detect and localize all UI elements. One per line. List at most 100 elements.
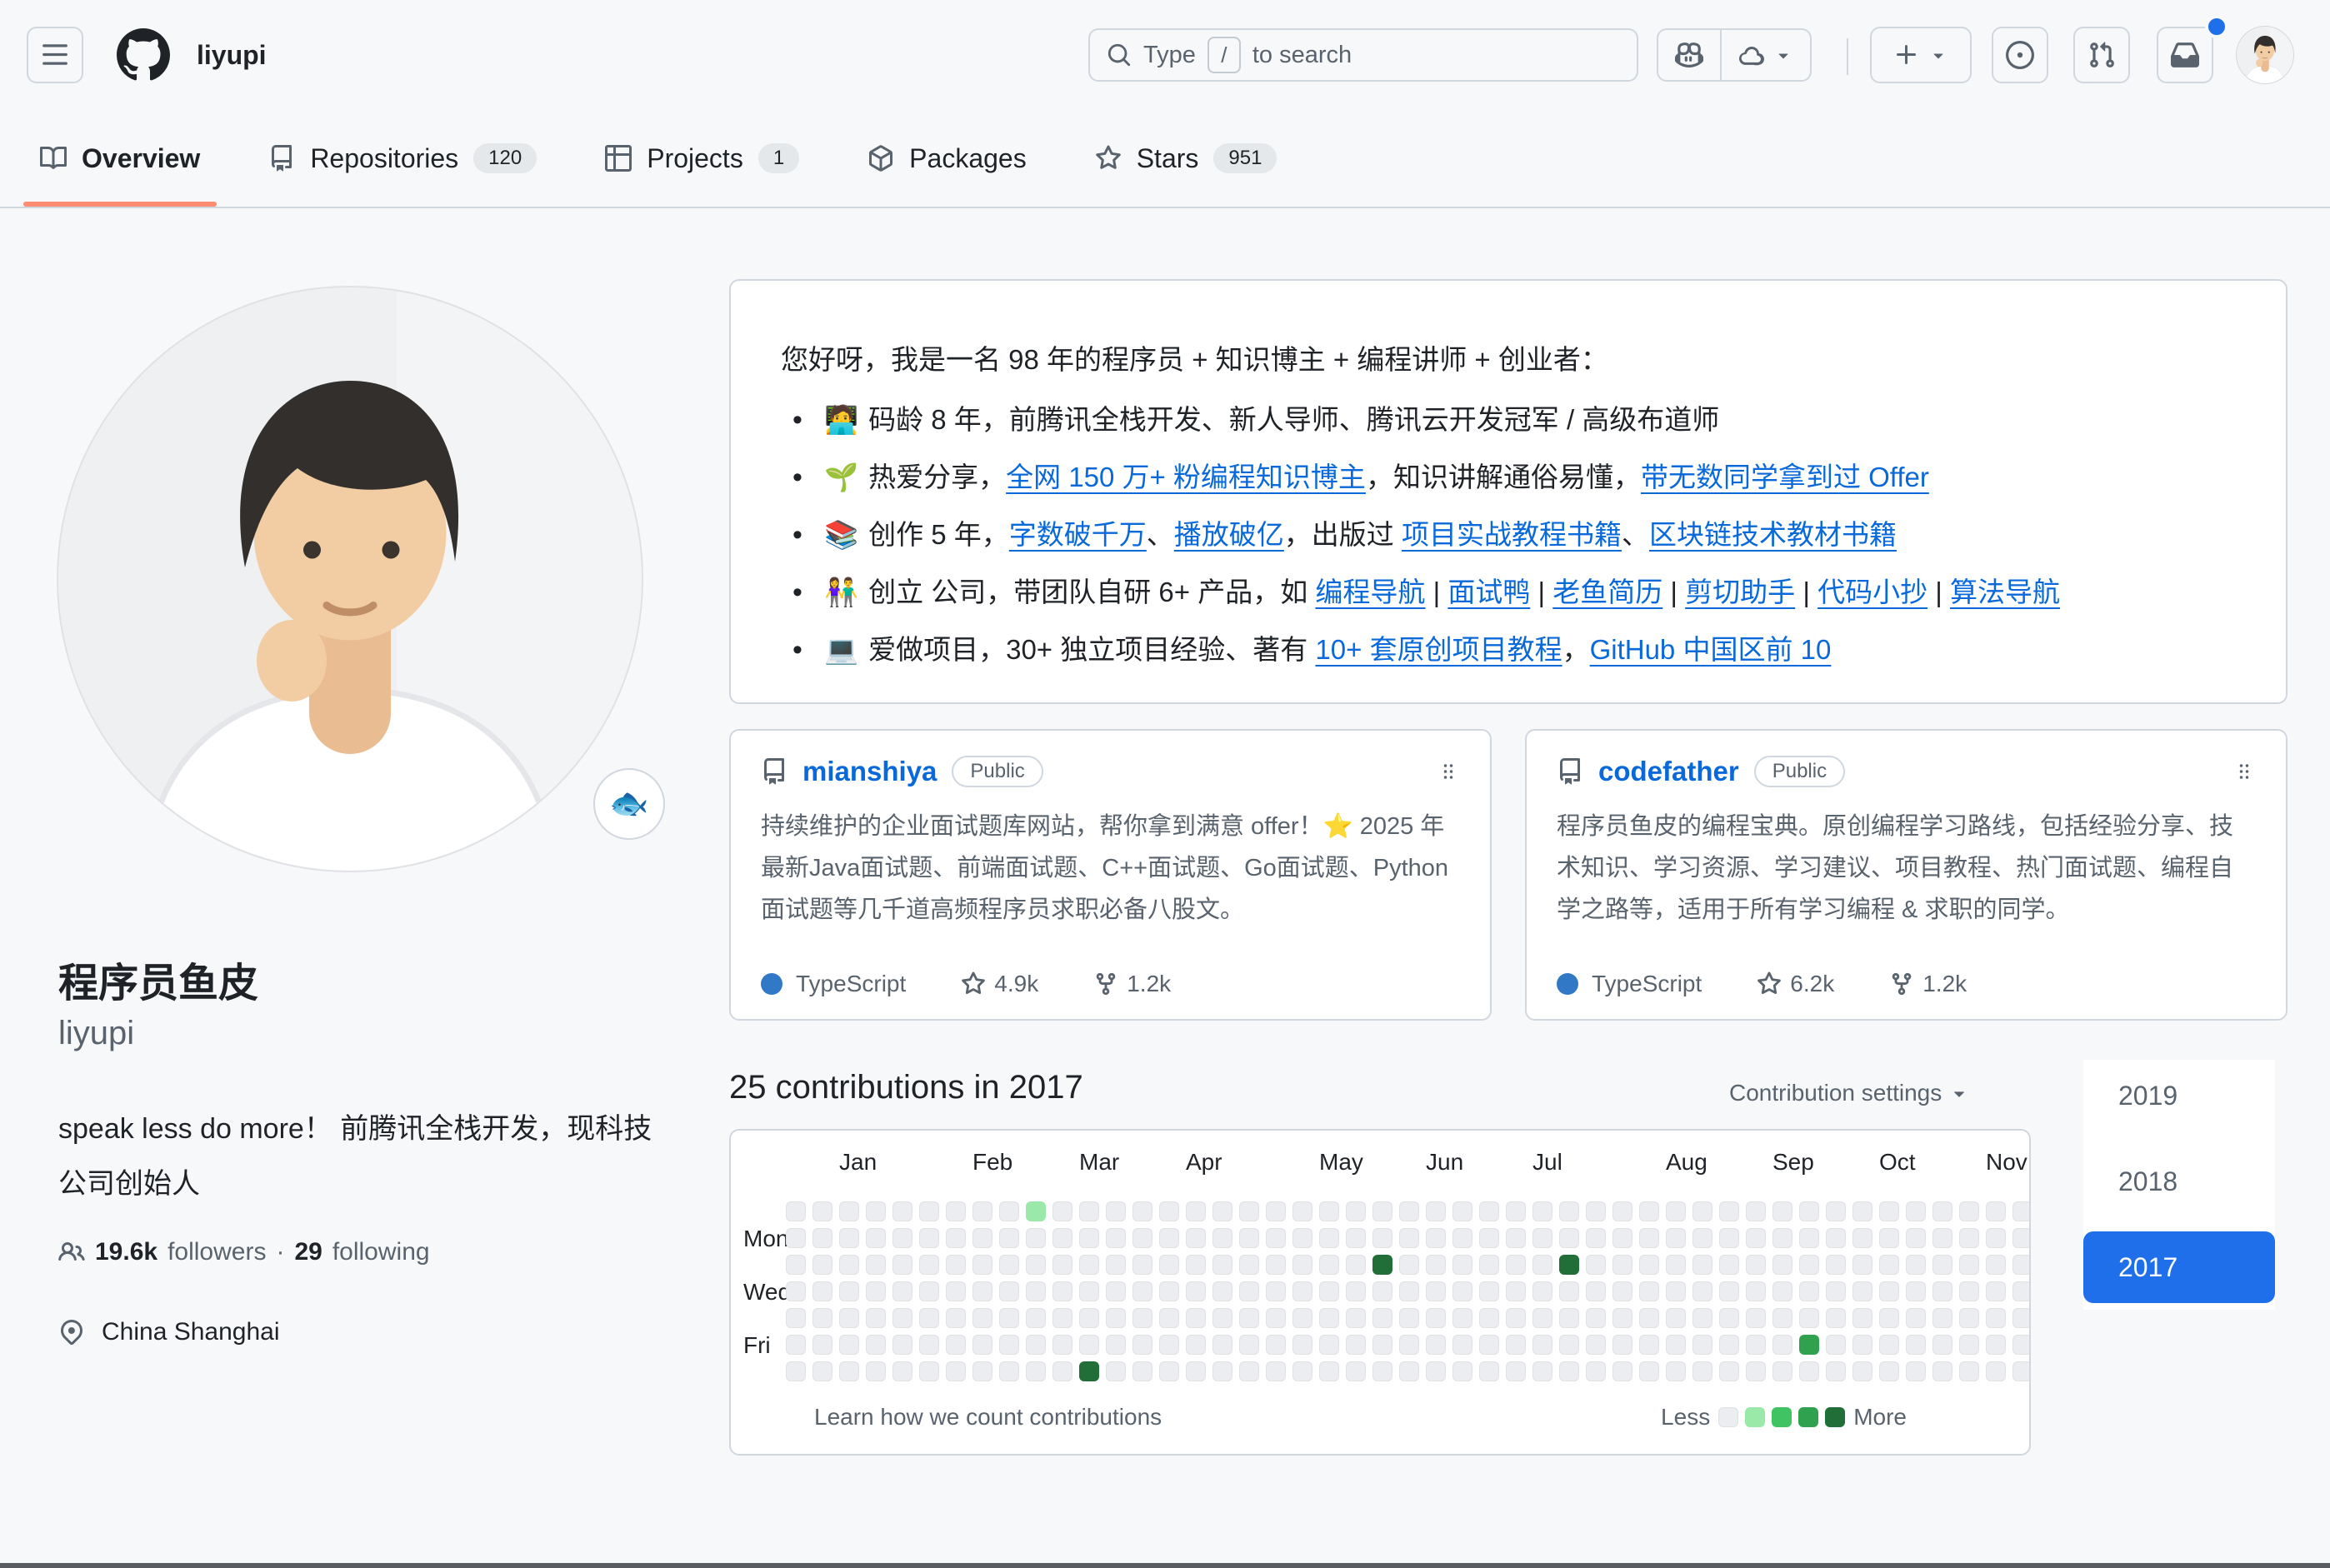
contribution-cell[interactable]: [1399, 1308, 1419, 1328]
contribution-cell[interactable]: [1292, 1361, 1312, 1381]
contribution-cell[interactable]: [1426, 1335, 1446, 1355]
contribution-cell[interactable]: [1079, 1308, 1099, 1328]
contribution-cell[interactable]: [1772, 1308, 1792, 1328]
contribution-cell[interactable]: [812, 1308, 832, 1328]
contribution-cell[interactable]: [1239, 1308, 1259, 1328]
contribution-cell[interactable]: [1452, 1361, 1472, 1381]
contribution-cell[interactable]: [1959, 1228, 1979, 1248]
contribution-cell[interactable]: [1052, 1228, 1072, 1248]
contribution-cell[interactable]: [1826, 1335, 1846, 1355]
tab-overview[interactable]: Overview: [23, 110, 217, 207]
readme-link[interactable]: 剪切助手: [1685, 577, 1795, 607]
contribution-cell[interactable]: [1959, 1255, 1979, 1275]
contribution-cell[interactable]: [1079, 1361, 1099, 1381]
fork-count[interactable]: 1.2k: [1889, 971, 1967, 997]
contribution-cell[interactable]: [1772, 1335, 1792, 1355]
contribution-cell[interactable]: [1346, 1361, 1366, 1381]
contribution-cell[interactable]: [1106, 1335, 1126, 1355]
contribution-cell[interactable]: [839, 1228, 859, 1248]
contribution-cell[interactable]: [1132, 1361, 1152, 1381]
contribution-cell[interactable]: [1319, 1308, 1339, 1328]
search-input[interactable]: Type / to search: [1088, 28, 1638, 82]
year-2019[interactable]: 2019: [2083, 1060, 2275, 1131]
contribution-cell[interactable]: [1372, 1255, 1392, 1275]
contribution-cell[interactable]: [1959, 1335, 1979, 1355]
contribution-cell[interactable]: [1106, 1255, 1126, 1275]
contribution-cell[interactable]: [1692, 1255, 1712, 1275]
contribution-cell[interactable]: [1986, 1308, 2006, 1328]
contribution-cell[interactable]: [2012, 1255, 2031, 1275]
contribution-cell[interactable]: [1559, 1281, 1579, 1301]
contribution-cell[interactable]: [1532, 1228, 1552, 1248]
contribution-cell[interactable]: [866, 1201, 886, 1221]
contribution-cell[interactable]: [2012, 1281, 2031, 1301]
contribution-cell[interactable]: [1852, 1335, 1872, 1355]
contribution-cell[interactable]: [1852, 1228, 1872, 1248]
readme-link[interactable]: 带无数同学拿到过 Offer: [1641, 462, 1929, 492]
contribution-cell[interactable]: [866, 1361, 886, 1381]
contribution-cell[interactable]: [1266, 1361, 1286, 1381]
contribution-cell[interactable]: [1906, 1335, 1926, 1355]
contribution-cell[interactable]: [1506, 1255, 1526, 1275]
contribution-cell[interactable]: [1026, 1308, 1046, 1328]
contribution-cell[interactable]: [1799, 1228, 1819, 1248]
contribution-cell[interactable]: [1372, 1335, 1392, 1355]
contribution-cell[interactable]: [1159, 1308, 1179, 1328]
contribution-cell[interactable]: [999, 1335, 1019, 1355]
contribution-cell[interactable]: [1186, 1361, 1206, 1381]
contribution-cell[interactable]: [812, 1361, 832, 1381]
contribution-cell[interactable]: [1772, 1228, 1792, 1248]
contribution-cell[interactable]: [839, 1255, 859, 1275]
contribution-cell[interactable]: [1879, 1201, 1899, 1221]
contribution-cell[interactable]: [1426, 1308, 1446, 1328]
contribution-cell[interactable]: [1586, 1228, 1606, 1248]
contribution-cell[interactable]: [1746, 1361, 1766, 1381]
contribution-cell[interactable]: [1426, 1228, 1446, 1248]
contribution-cell[interactable]: [972, 1255, 992, 1275]
contribution-cell[interactable]: [1612, 1361, 1632, 1381]
contribution-cell[interactable]: [1666, 1255, 1686, 1275]
contribution-cell[interactable]: [1452, 1308, 1472, 1328]
contribution-cell[interactable]: [892, 1335, 912, 1355]
issues-button[interactable]: [1992, 27, 2048, 83]
contribution-cell[interactable]: [1026, 1255, 1046, 1275]
contribution-cell[interactable]: [1506, 1308, 1526, 1328]
contribution-cell[interactable]: [2012, 1308, 2031, 1328]
contribution-cell[interactable]: [1666, 1335, 1686, 1355]
contribution-cell[interactable]: [999, 1201, 1019, 1221]
contribution-cell[interactable]: [1959, 1281, 1979, 1301]
contribution-cell[interactable]: [1426, 1361, 1446, 1381]
contribution-cell[interactable]: [1106, 1308, 1126, 1328]
header-user-avatar[interactable]: [2237, 27, 2293, 83]
contribution-cell[interactable]: [1266, 1255, 1286, 1275]
contribution-cell[interactable]: [866, 1255, 886, 1275]
contribution-cell[interactable]: [1772, 1281, 1792, 1301]
contribution-cell[interactable]: [1266, 1281, 1286, 1301]
contribution-cell[interactable]: [1586, 1281, 1606, 1301]
contribution-cell[interactable]: [1292, 1201, 1312, 1221]
contribution-cell[interactable]: [1532, 1361, 1552, 1381]
contribution-cell[interactable]: [1106, 1228, 1126, 1248]
contribution-cell[interactable]: [1692, 1228, 1712, 1248]
followers-count[interactable]: 19.6k: [95, 1238, 158, 1266]
readme-link[interactable]: GitHub 中国区前 10: [1590, 634, 1832, 665]
contribution-cell[interactable]: [1399, 1361, 1419, 1381]
contribution-cell[interactable]: [972, 1201, 992, 1221]
contribution-cell[interactable]: [866, 1335, 886, 1355]
contribution-cell[interactable]: [1052, 1308, 1072, 1328]
contribution-cell[interactable]: [1212, 1255, 1232, 1275]
contribution-cell[interactable]: [1986, 1281, 2006, 1301]
contribution-cell[interactable]: [1159, 1201, 1179, 1221]
contribution-cell[interactable]: [1906, 1308, 1926, 1328]
contribution-cell[interactable]: [1266, 1308, 1286, 1328]
contribution-cell[interactable]: [1959, 1201, 1979, 1221]
contribution-cell[interactable]: [1746, 1201, 1766, 1221]
contribution-cell[interactable]: [1052, 1361, 1072, 1381]
contribution-cell[interactable]: [1479, 1255, 1499, 1275]
contribution-cell[interactable]: [1666, 1361, 1686, 1381]
contribution-cell[interactable]: [1746, 1228, 1766, 1248]
contribution-cell[interactable]: [1266, 1228, 1286, 1248]
contribution-cell[interactable]: [812, 1335, 832, 1355]
year-2018[interactable]: 2018: [2083, 1146, 2275, 1217]
contribution-cell[interactable]: [1079, 1228, 1099, 1248]
